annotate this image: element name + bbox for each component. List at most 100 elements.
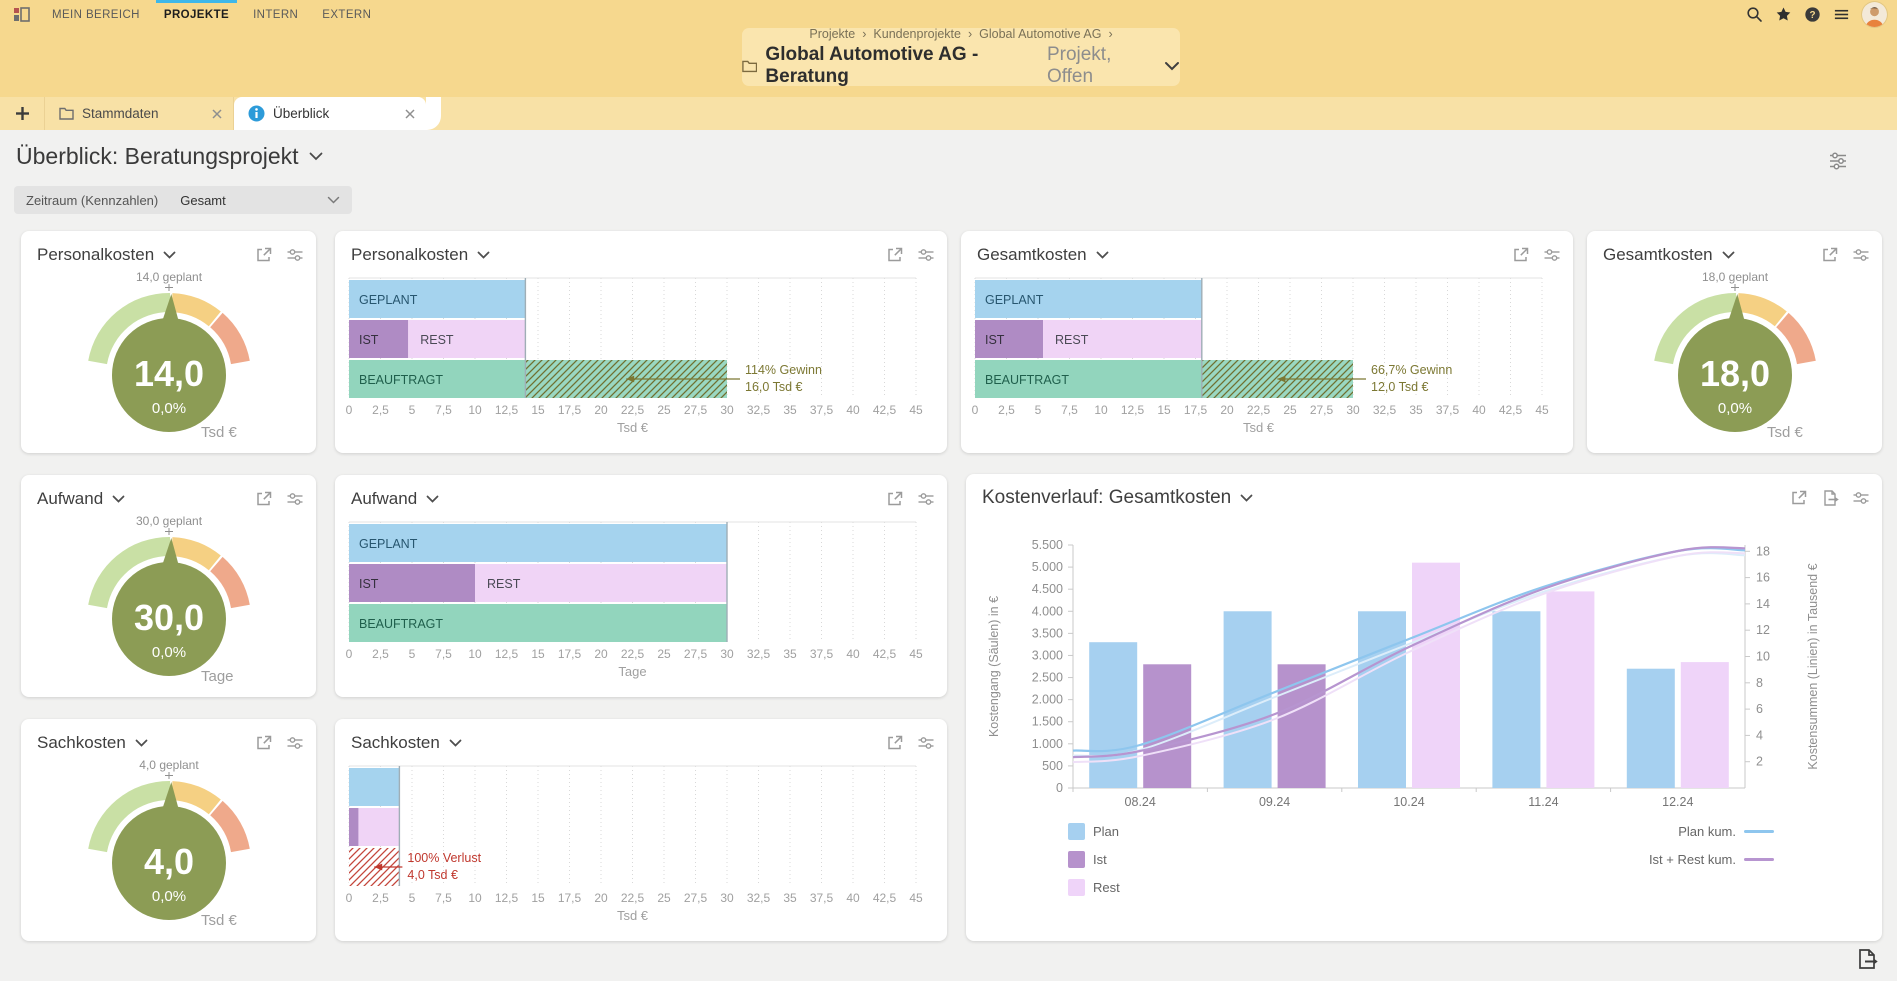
period-filter[interactable]: Zeitraum (Kennzahlen) Gesamt: [14, 186, 352, 214]
tab-ueberblick[interactable]: Überblick: [234, 97, 426, 130]
svg-text:27,5: 27,5: [1310, 403, 1334, 417]
tab-stammdaten[interactable]: Stammdaten: [44, 97, 234, 130]
card-title-dropdown-icon[interactable]: [477, 251, 490, 259]
card-title-dropdown-icon[interactable]: [1096, 251, 1109, 259]
gauge-percent: 0,0%: [1718, 400, 1752, 417]
gauge-percent: 0,0%: [152, 400, 186, 417]
open-in-new-icon[interactable]: [255, 490, 273, 508]
chart-settings-icon[interactable]: [1543, 246, 1561, 264]
card-title-dropdown-icon[interactable]: [449, 739, 462, 747]
x-axis-unit: Tsd €: [617, 908, 649, 923]
card-title-dropdown-icon[interactable]: [163, 251, 176, 259]
svg-text:40: 40: [1472, 403, 1486, 417]
menu-icon[interactable]: [1833, 6, 1850, 23]
legend-label: Ist + Rest kum.: [1649, 852, 1736, 867]
open-in-new-icon[interactable]: [1512, 246, 1530, 264]
info-icon: [248, 105, 265, 122]
chart-settings-icon[interactable]: [286, 246, 304, 264]
open-in-new-icon[interactable]: [1790, 489, 1808, 507]
svg-text:0: 0: [346, 647, 353, 661]
card-title-dropdown-icon[interactable]: [1240, 494, 1253, 502]
legend-line-item: Plan kum.: [1678, 824, 1774, 839]
card-aufwand-gauge: Aufwand30,0 geplant30,00,0%Tage: [21, 475, 316, 697]
tab-label: Überblick: [273, 106, 396, 121]
svg-text:BEAUFTRAGT: BEAUFTRAGT: [359, 617, 443, 631]
svg-text:37,5: 37,5: [810, 403, 834, 417]
breadcrumb-item-kundenprojekte[interactable]: Kundenprojekte: [873, 27, 961, 41]
svg-text:GEPLANT: GEPLANT: [985, 293, 1044, 307]
avatar[interactable]: [1862, 2, 1887, 27]
card-actions: [886, 734, 935, 752]
svg-text:15: 15: [531, 403, 545, 417]
nav-item-mein-bereich[interactable]: MEIN BEREICH: [40, 0, 152, 29]
export-page-icon[interactable]: [1855, 947, 1879, 971]
svg-text:2.000: 2.000: [1032, 693, 1063, 707]
chart-settings-icon[interactable]: [917, 246, 935, 264]
annotation-line1: 114% Gewinn: [745, 363, 822, 377]
card-header: Aufwand: [37, 485, 304, 513]
open-in-new-icon[interactable]: [1821, 246, 1839, 264]
svg-text:1.000: 1.000: [1032, 737, 1063, 751]
tab-close-icon[interactable]: [211, 108, 223, 120]
legend-swatch: [1068, 879, 1085, 896]
svg-text:45: 45: [1535, 403, 1549, 417]
card-title-dropdown-icon[interactable]: [426, 495, 439, 503]
card-title-dropdown-icon[interactable]: [135, 739, 148, 747]
nav-item-intern[interactable]: INTERN: [241, 0, 310, 29]
card-title-dropdown-icon[interactable]: [1722, 251, 1735, 259]
card-header: Aufwand: [351, 485, 935, 513]
legend-item-rest: Rest: [1068, 879, 1120, 896]
open-in-new-icon[interactable]: [255, 246, 273, 264]
svg-text:32,5: 32,5: [747, 403, 771, 417]
gauge-unit: Tsd €: [1767, 424, 1804, 441]
chart-settings-icon[interactable]: [917, 734, 935, 752]
svg-text:4: 4: [1756, 728, 1763, 742]
nav-item-projekte[interactable]: PROJEKTE: [152, 0, 241, 29]
open-in-new-icon[interactable]: [255, 734, 273, 752]
svg-text:30,0 geplant: 30,0 geplant: [136, 514, 203, 528]
svg-text:37,5: 37,5: [810, 647, 834, 661]
breadcrumb: Projekte › Kundenprojekte › Global Autom…: [809, 27, 1112, 41]
legend-item-ist: Ist: [1068, 851, 1107, 868]
open-in-new-icon[interactable]: [886, 490, 904, 508]
card-sachkosten-bars: Sachkosten02,557,51012,51517,52022,52527…: [335, 719, 947, 941]
svg-text:2,5: 2,5: [998, 403, 1015, 417]
app-logo-icon[interactable]: [14, 7, 30, 22]
export-icon[interactable]: [1821, 489, 1839, 507]
add-tab-button[interactable]: [0, 97, 44, 130]
card-actions: [255, 246, 304, 264]
chart-settings-icon[interactable]: [286, 490, 304, 508]
card-title-dropdown-icon[interactable]: [112, 495, 125, 503]
x-axis-unit: Tsd €: [1243, 420, 1275, 435]
chart-settings-icon[interactable]: [1852, 489, 1870, 507]
svg-text:IST: IST: [985, 333, 1005, 347]
open-in-new-icon[interactable]: [886, 246, 904, 264]
dashboard-settings-icon[interactable]: [1827, 150, 1849, 172]
svg-text:20: 20: [1220, 403, 1234, 417]
chevron-down-icon[interactable]: [1164, 61, 1180, 71]
svg-text:BEAUFTRAGT: BEAUFTRAGT: [985, 373, 1069, 387]
chart-settings-icon[interactable]: [1852, 246, 1870, 264]
svg-text:42,5: 42,5: [1499, 403, 1523, 417]
chart-settings-icon[interactable]: [286, 734, 304, 752]
star-icon[interactable]: [1775, 6, 1792, 23]
nav-item-extern[interactable]: EXTERN: [310, 0, 383, 29]
svg-text:17,5: 17,5: [1184, 403, 1208, 417]
svg-text:18: 18: [1756, 544, 1770, 558]
svg-text:7,5: 7,5: [435, 403, 452, 417]
card-title: Personalkosten: [351, 245, 468, 265]
tab-bar: Stammdaten Überblick: [0, 97, 1897, 130]
card-sachkosten-gauge: Sachkosten4,0 geplant4,00,0%Tsd €: [21, 719, 316, 941]
breadcrumb-item-projekte[interactable]: Projekte: [809, 27, 855, 41]
help-icon[interactable]: ?: [1804, 6, 1821, 23]
breadcrumb-item-global-automotive[interactable]: Global Automotive AG: [979, 27, 1101, 41]
svg-text:10: 10: [468, 891, 482, 905]
open-in-new-icon[interactable]: [886, 734, 904, 752]
tab-close-icon[interactable]: [404, 108, 416, 120]
card-title: Kostenverlauf: Gesamtkosten: [982, 487, 1231, 509]
chart-settings-icon[interactable]: [917, 490, 935, 508]
svg-text:5: 5: [409, 647, 416, 661]
gauge-unit: Tsd €: [201, 912, 238, 929]
chevron-down-icon[interactable]: [309, 152, 323, 161]
search-icon[interactable]: [1746, 6, 1763, 23]
